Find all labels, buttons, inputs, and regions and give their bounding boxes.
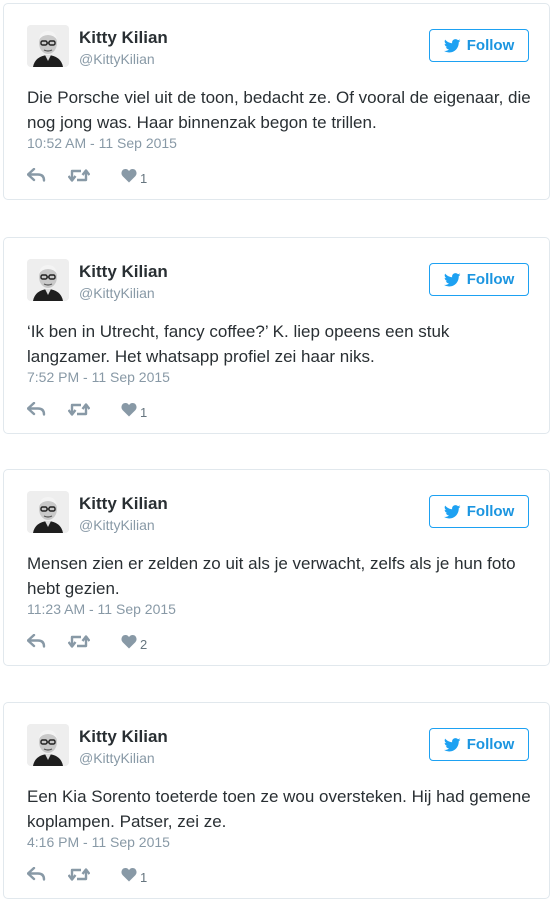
reply-button[interactable] (26, 167, 46, 187)
follow-button[interactable]: Follow (429, 263, 529, 296)
reply-button[interactable] (26, 866, 46, 886)
like-button[interactable]: 1 (121, 402, 147, 422)
avatar-photo (27, 724, 69, 766)
tweet-timestamp[interactable]: 11:23 AM - 11 Sep 2015 (27, 600, 176, 618)
tweet-card: Kitty Kilian @KittyKilian Follow Een Kia… (3, 702, 550, 899)
author-handle[interactable]: @KittyKilian (79, 50, 155, 68)
follow-label: Follow (466, 37, 515, 54)
twitter-bird-icon (443, 737, 461, 752)
author-name[interactable]: Kitty Kilian (79, 494, 168, 514)
author-handle[interactable]: @KittyKilian (79, 516, 155, 534)
tweet-timestamp[interactable]: 7:52 PM - 11 Sep 2015 (27, 368, 170, 386)
heart-icon (121, 867, 137, 887)
like-button[interactable]: 1 (121, 867, 147, 887)
like-count: 1 (140, 170, 148, 186)
heart-icon (121, 402, 137, 422)
avatar-photo (27, 25, 69, 67)
like-count: 2 (140, 636, 148, 652)
avatar-photo (27, 259, 69, 301)
heart-icon (121, 634, 137, 654)
retweet-button[interactable] (67, 168, 91, 188)
twitter-bird-icon (443, 272, 461, 287)
tweet-text: Een Kia Sorento toeterde toen ze wou ove… (27, 787, 531, 831)
retweet-icon (67, 168, 91, 188)
retweet-button[interactable] (67, 634, 91, 654)
follow-button[interactable]: Follow (429, 29, 529, 62)
tweet-timestamp[interactable]: 4:16 PM - 11 Sep 2015 (27, 833, 170, 851)
twitter-bird-icon (443, 504, 461, 519)
like-button[interactable]: 1 (121, 168, 147, 188)
retweet-button[interactable] (67, 867, 91, 887)
like-count: 1 (140, 869, 148, 885)
avatar[interactable] (27, 724, 69, 766)
reply-arrow-icon (26, 167, 46, 187)
tweet-card: Kitty Kilian @KittyKilian Follow Die Por… (3, 3, 550, 200)
tweet-card: Kitty Kilian @KittyKilian Follow Mensen … (3, 469, 550, 666)
twitter-bird-icon (443, 38, 461, 53)
author-name[interactable]: Kitty Kilian (79, 28, 168, 48)
follow-label: Follow (466, 271, 515, 288)
like-count: 1 (140, 404, 148, 420)
reply-button[interactable] (26, 633, 46, 653)
retweet-button[interactable] (67, 402, 91, 422)
reply-button[interactable] (26, 401, 46, 421)
avatar[interactable] (27, 259, 69, 301)
author-name[interactable]: Kitty Kilian (79, 262, 168, 282)
reply-arrow-icon (26, 866, 46, 886)
author-handle[interactable]: @KittyKilian (79, 749, 155, 767)
retweet-icon (67, 402, 91, 422)
follow-button[interactable]: Follow (429, 728, 529, 761)
follow-label: Follow (466, 736, 515, 753)
tweet-text: Mensen zien er zelden zo uit als je verw… (27, 554, 516, 598)
follow-label: Follow (466, 503, 515, 520)
avatar[interactable] (27, 491, 69, 533)
tweet-text: ‘Ik ben in Utrecht, fancy coffee?’ K. li… (27, 322, 450, 366)
follow-button[interactable]: Follow (429, 495, 529, 528)
author-handle[interactable]: @KittyKilian (79, 284, 155, 302)
tweet-timestamp[interactable]: 10:52 AM - 11 Sep 2015 (27, 134, 177, 152)
tweet-card: Kitty Kilian @KittyKilian Follow ‘Ik ben… (3, 237, 550, 434)
tweet-text: Die Porsche viel uit de toon, bedacht ze… (27, 88, 531, 132)
retweet-icon (67, 867, 91, 887)
avatar[interactable] (27, 25, 69, 67)
retweet-icon (67, 634, 91, 654)
reply-arrow-icon (26, 401, 46, 421)
author-name[interactable]: Kitty Kilian (79, 727, 168, 747)
heart-icon (121, 168, 137, 188)
avatar-photo (27, 491, 69, 533)
reply-arrow-icon (26, 633, 46, 653)
like-button[interactable]: 2 (121, 634, 147, 654)
